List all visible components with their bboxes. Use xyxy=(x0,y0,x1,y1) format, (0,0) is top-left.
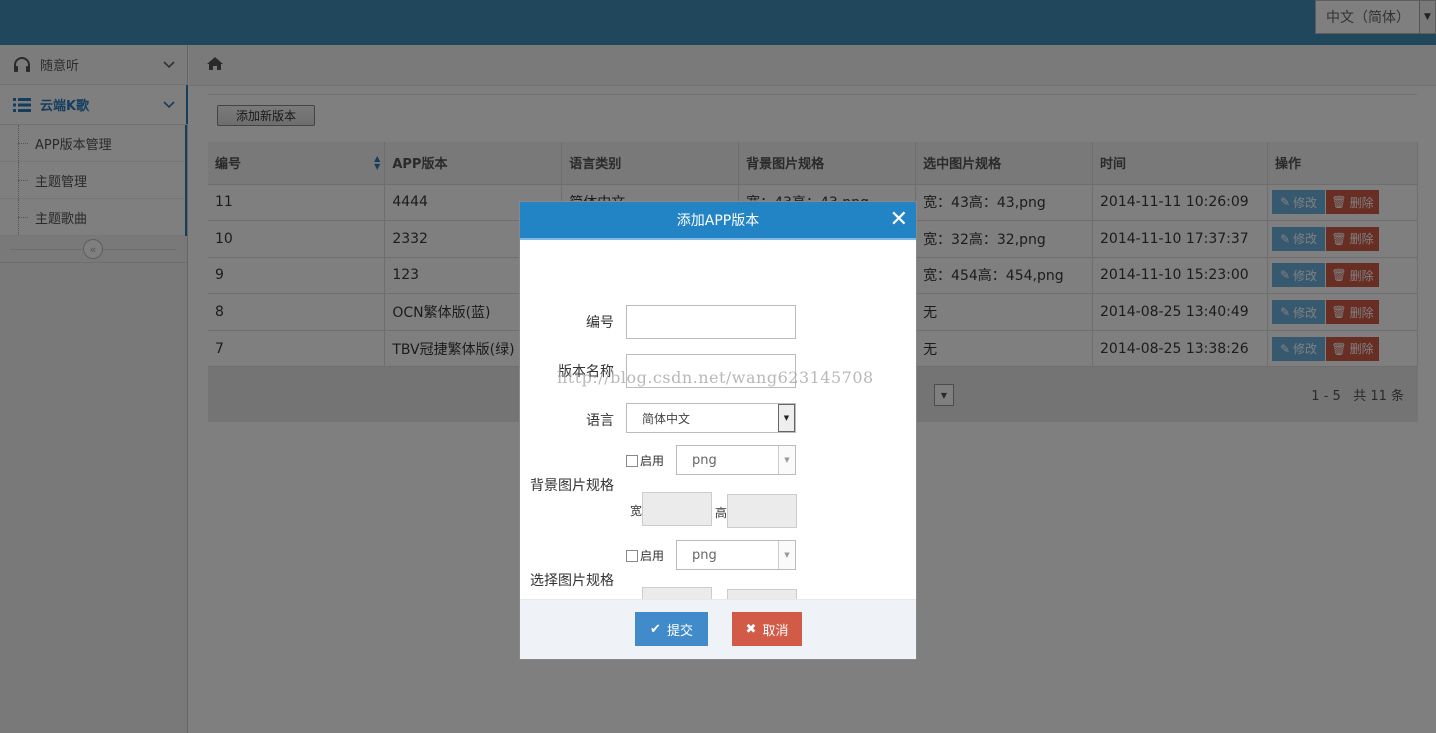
bg-format-select[interactable]: png ▼ xyxy=(676,445,796,475)
add-version-dialog: 添加APP版本 ✕ 编号 版本名称 语言 简体中文 ▼ 背景图片规格 启用 pn… xyxy=(519,201,917,660)
chevron-down-icon: ▼ xyxy=(778,541,795,569)
bg-height-input[interactable] xyxy=(727,494,797,528)
chevron-down-icon: ▼ xyxy=(778,404,795,432)
check-icon: ✔ xyxy=(650,621,661,636)
bg-width-label: 宽 xyxy=(630,504,643,518)
cancel-button[interactable]: ✖ 取消 xyxy=(732,612,802,646)
checkbox-box xyxy=(626,549,638,562)
id-label: 编号 xyxy=(586,315,614,331)
submit-button[interactable]: ✔ 提交 xyxy=(635,612,708,646)
bg-enable-label: 启用 xyxy=(640,454,665,468)
language-select-value: 简体中文 xyxy=(642,411,691,426)
sel-spec-label: 选择图片规格 xyxy=(530,573,614,589)
dialog-header: 添加APP版本 ✕ xyxy=(520,202,916,240)
id-input[interactable] xyxy=(626,305,796,339)
close-icon[interactable]: ✕ xyxy=(890,208,908,232)
language-select[interactable]: 简体中文 ▼ xyxy=(626,403,796,433)
sel-format-select[interactable]: png ▼ xyxy=(676,540,796,570)
bg-spec-label: 背景图片规格 xyxy=(530,478,614,494)
close-icon: ✖ xyxy=(745,621,757,636)
bg-width-input[interactable] xyxy=(642,492,712,526)
sel-enable-label: 启用 xyxy=(640,549,665,563)
sel-format-value: png xyxy=(692,547,717,563)
bg-height-label: 高 xyxy=(715,506,728,520)
checkbox-box xyxy=(626,454,638,467)
dialog-footer: ✔ 提交 ✖ 取消 xyxy=(520,599,916,659)
submit-button-label: 提交 xyxy=(666,622,693,638)
language-label: 语言 xyxy=(586,413,614,429)
dialog-body: 编号 版本名称 语言 简体中文 ▼ 背景图片规格 启用 png ▼ 宽 高 选择… xyxy=(520,240,916,623)
chevron-down-icon: ▼ xyxy=(778,446,795,474)
dialog-title: 添加APP版本 xyxy=(676,213,760,229)
sel-enable-checkbox[interactable]: 启用 xyxy=(626,547,664,564)
cancel-button-label: 取消 xyxy=(762,622,789,638)
bg-enable-checkbox[interactable]: 启用 xyxy=(626,452,664,469)
watermark-text: http://blog.csdn.net/wang623145708 xyxy=(557,368,874,387)
bg-format-value: png xyxy=(692,452,717,468)
